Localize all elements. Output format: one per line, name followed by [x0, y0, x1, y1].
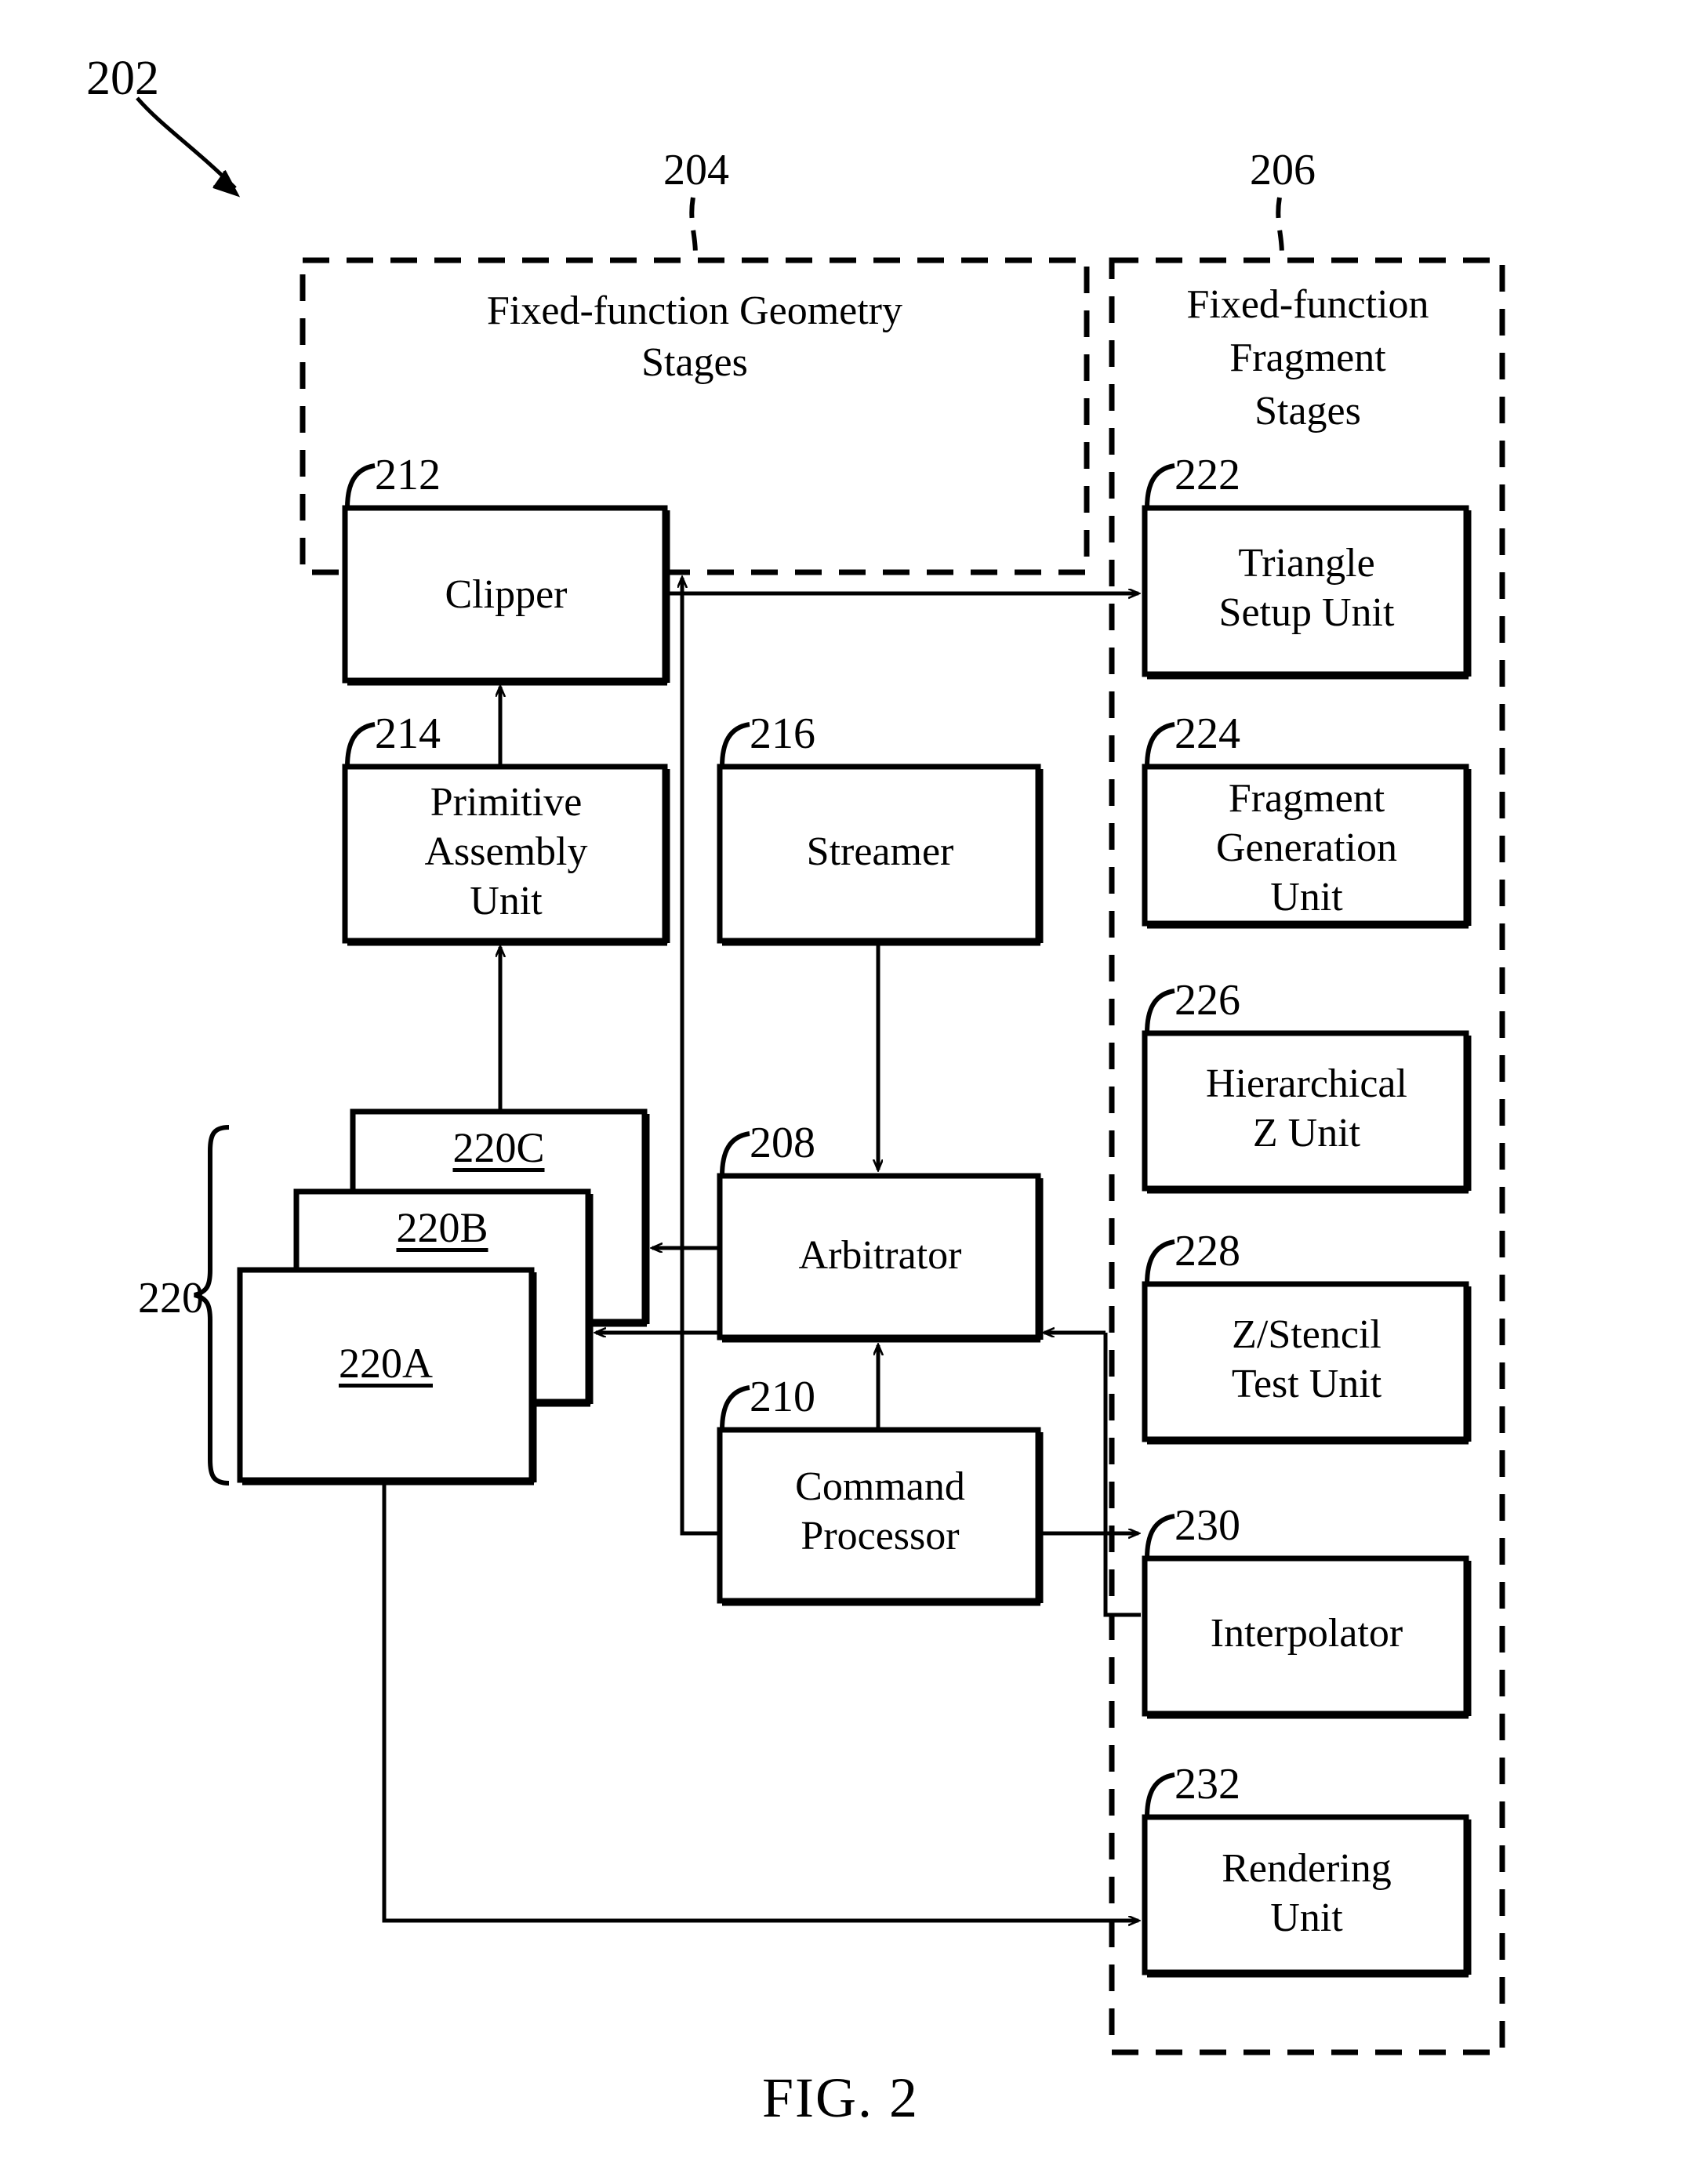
group-title-fragment-line3: Stages	[1254, 389, 1361, 434]
ref-label-220: 220	[138, 1274, 204, 1322]
shader-label-220c: 220C	[452, 1124, 545, 1171]
block-label-triangle-setup-line2: Setup Unit	[1218, 590, 1395, 635]
block-label-command-processor-line2: Processor	[801, 1514, 960, 1558]
ref-label-232: 232	[1175, 1760, 1240, 1809]
ref-label-204: 204	[663, 146, 729, 194]
group-title-geometry-line2: Stages	[641, 340, 748, 385]
ref-label-226: 226	[1175, 976, 1240, 1025]
group-title-fragment-line1: Fixed-function	[1186, 282, 1429, 327]
block-label-clipper: Clipper	[445, 572, 568, 617]
shader-label-220b: 220B	[396, 1204, 488, 1251]
block-label-fragment-generation-line3: Unit	[1270, 875, 1343, 920]
block-label-streamer: Streamer	[806, 829, 954, 874]
ref-label-214: 214	[375, 709, 441, 758]
block-label-primitive-assembly-line3: Unit	[470, 879, 543, 923]
ref-label-210: 210	[750, 1373, 815, 1421]
group-title-geometry-line1: Fixed-function Geometry	[487, 288, 902, 333]
patent-figure-2: 202 204 206 Fixed-function Geometry Stag…	[0, 0, 1681, 2184]
block-label-triangle-setup-line1: Triangle	[1238, 541, 1375, 586]
block-label-interpolator: Interpolator	[1210, 1611, 1403, 1656]
block-label-hierarchical-z-line2: Z Unit	[1252, 1111, 1361, 1155]
block-label-rendering-unit-line1: Rendering	[1222, 1846, 1392, 1891]
ref-label-224: 224	[1175, 709, 1240, 758]
ref-202-leader	[136, 96, 241, 198]
block-label-command-processor-line1: Command	[795, 1464, 965, 1509]
block-label-z-stencil-test-line2: Test Unit	[1231, 1362, 1382, 1406]
ref-204-leader	[689, 197, 698, 263]
ref-label-222: 222	[1175, 451, 1240, 499]
block-label-primitive-assembly-line2: Assembly	[424, 829, 588, 874]
ref-206-leader	[1276, 197, 1284, 263]
shader-label-220a: 220A	[339, 1340, 433, 1387]
figure-caption: FIG. 2	[761, 2066, 919, 2129]
block-label-rendering-unit-line2: Unit	[1270, 1896, 1343, 1940]
block-label-primitive-assembly-line1: Primitive	[430, 780, 583, 825]
block-label-fragment-generation-line1: Fragment	[1228, 776, 1385, 821]
ref-label-216: 216	[750, 709, 815, 758]
block-label-hierarchical-z-line1: Hierarchical	[1206, 1061, 1407, 1106]
ref-label-202: 202	[86, 52, 159, 105]
ref-label-228: 228	[1175, 1227, 1240, 1275]
block-label-arbitrator: Arbitrator	[798, 1233, 962, 1278]
ref-label-206: 206	[1250, 146, 1316, 194]
block-label-fragment-generation-line2: Generation	[1215, 825, 1397, 870]
group-title-fragment-line2: Fragment	[1229, 336, 1386, 380]
ref-label-230: 230	[1175, 1501, 1240, 1550]
block-label-z-stencil-test-line1: Z/Stencil	[1232, 1312, 1381, 1357]
ref-label-212: 212	[375, 451, 441, 499]
block-rendering-unit[interactable]	[1142, 1814, 1469, 1975]
ref-label-208: 208	[750, 1119, 815, 1167]
